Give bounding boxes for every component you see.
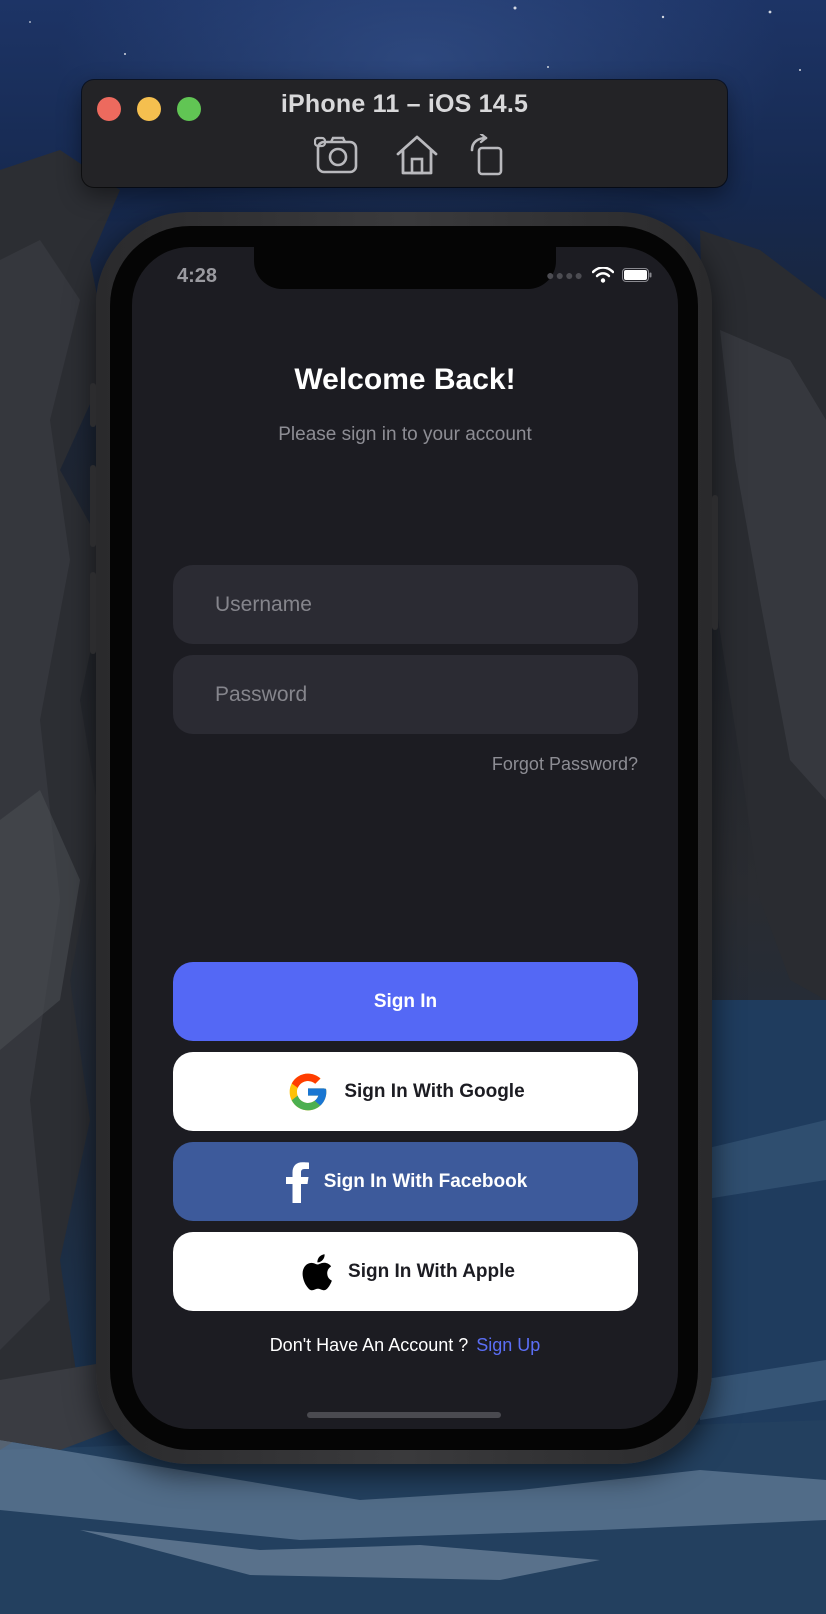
forgot-password-link[interactable]: Forgot Password?: [492, 754, 638, 775]
rotate-icon[interactable]: [466, 132, 514, 178]
wifi-icon: [592, 267, 614, 283]
volume-up-button: [90, 465, 96, 547]
home-icon[interactable]: [393, 134, 441, 178]
screenshot-icon[interactable]: [313, 134, 362, 178]
sign-in-google-button[interactable]: Sign In With Google: [173, 1052, 638, 1131]
notch: [254, 247, 556, 289]
mute-switch: [90, 383, 96, 427]
sign-in-facebook-button[interactable]: Sign In With Facebook: [173, 1142, 638, 1221]
signup-row: Don't Have An Account ? Sign Up: [132, 1335, 678, 1356]
simulator-title: iPhone 11 – iOS 14.5: [280, 90, 529, 118]
facebook-icon: [284, 1161, 310, 1203]
sign-in-button[interactable]: Sign In: [173, 962, 638, 1041]
status-icons: ●●●●: [546, 267, 652, 283]
home-indicator[interactable]: [307, 1412, 501, 1418]
sign-in-apple-label: Sign In With Apple: [348, 1260, 515, 1282]
status-time: 4:28: [177, 265, 218, 287]
welcome-title: Welcome Back!: [294, 363, 516, 396]
power-button: [712, 495, 718, 630]
phone-screen: 4:28 ●●●● Welcome Back! Please sign in t…: [132, 247, 678, 1429]
sign-up-link[interactable]: Sign Up: [476, 1335, 540, 1355]
welcome-subtitle: Please sign in to your account: [278, 424, 532, 445]
sign-in-label: Sign In: [373, 990, 438, 1012]
password-input[interactable]: [173, 655, 638, 734]
battery-icon: [622, 268, 652, 282]
google-icon: [286, 1070, 330, 1114]
apple-icon: [296, 1250, 334, 1294]
username-input[interactable]: [173, 565, 638, 644]
sign-in-google-label: Sign In With Google: [344, 1080, 525, 1102]
sign-in-facebook-label: Sign In With Facebook: [323, 1170, 528, 1192]
no-account-prompt: Don't Have An Account ?: [269, 1335, 469, 1355]
sign-in-apple-button[interactable]: Sign In With Apple: [173, 1232, 638, 1311]
cellular-dots-icon: ●●●●: [546, 267, 584, 283]
volume-down-button: [90, 572, 96, 654]
